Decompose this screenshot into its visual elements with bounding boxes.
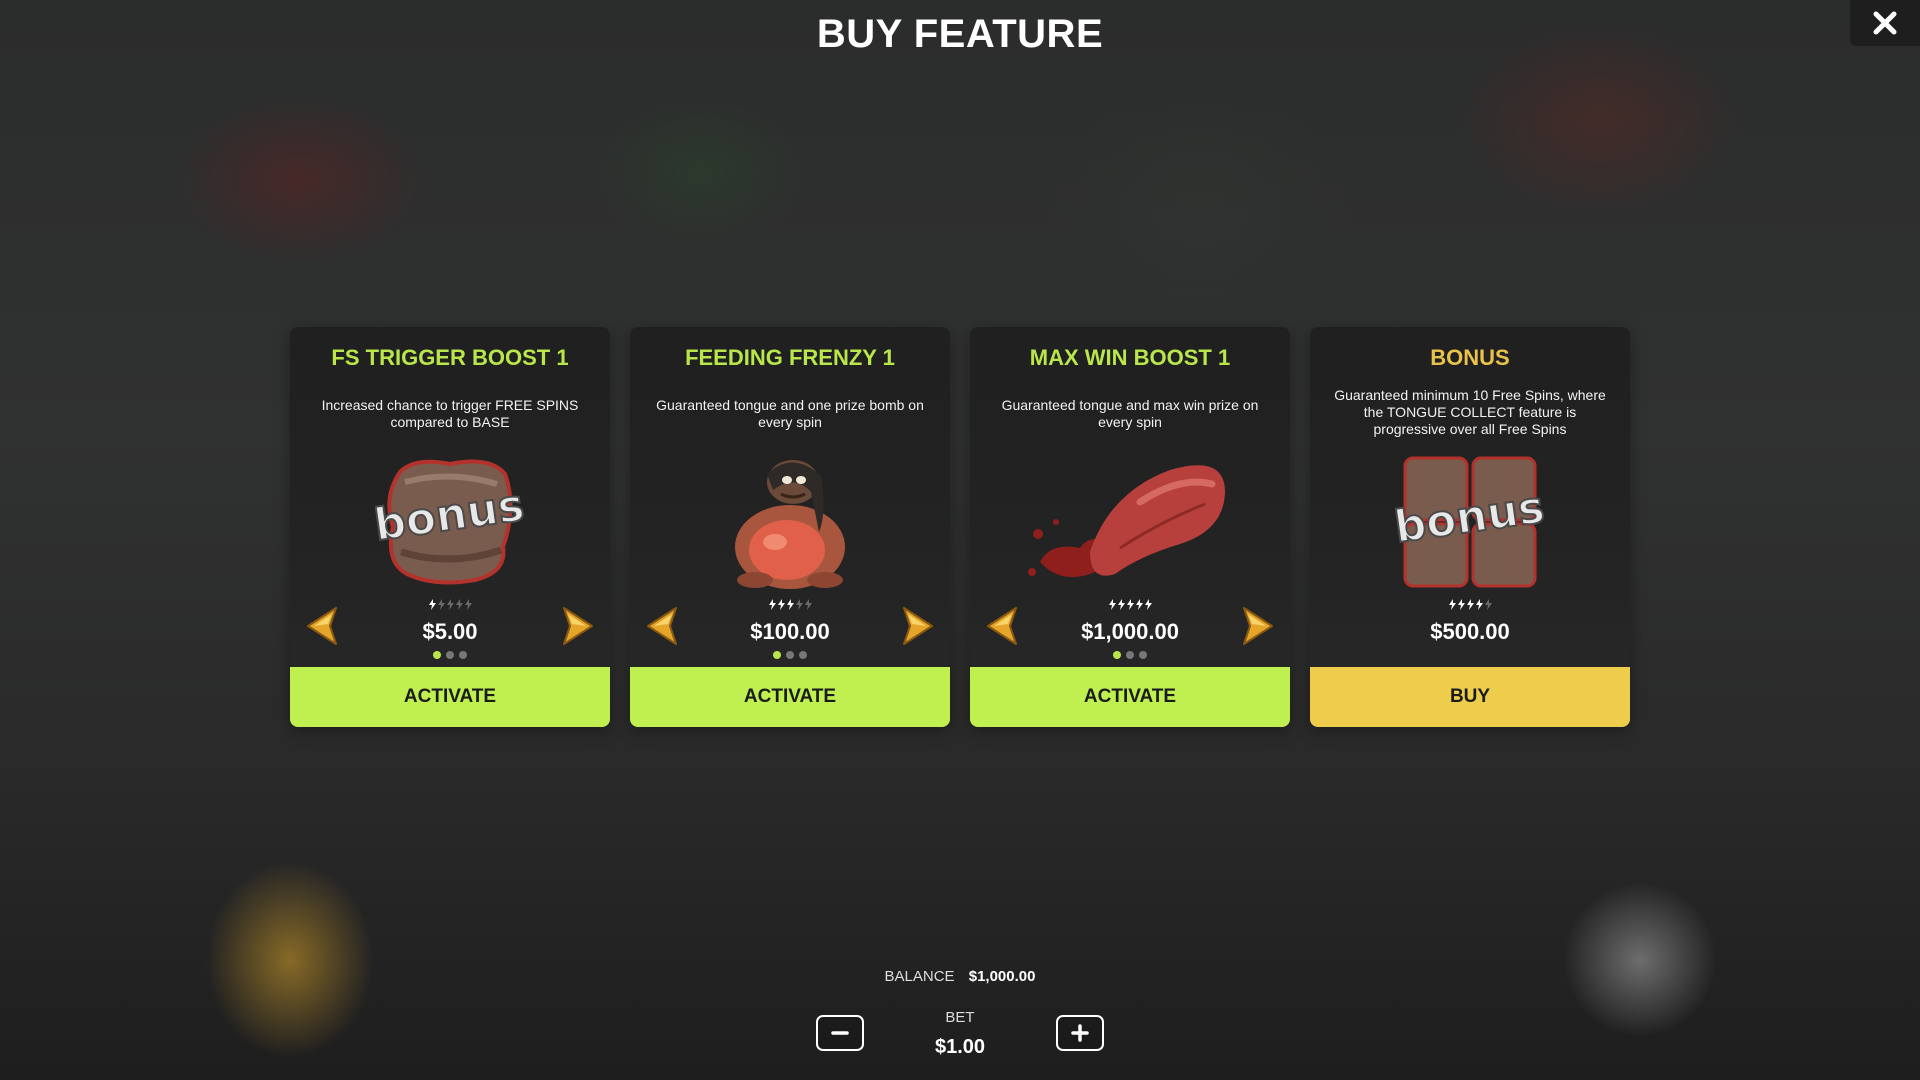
pagination-dots	[970, 651, 1290, 659]
rating-bolt-icon	[428, 599, 436, 610]
rating-bolt-icon	[1117, 599, 1125, 610]
bet-increase-button[interactable]	[1056, 1015, 1104, 1051]
volatility-rating	[1310, 599, 1630, 610]
rating-bolt-icon	[1484, 599, 1492, 610]
rating-bolt-icon	[455, 599, 463, 610]
card-description: Increased chance to trigger FREE SPINS c…	[321, 397, 579, 430]
card-description: Guaranteed minimum 10 Free Spins, where …	[1334, 387, 1606, 437]
pagination-dots	[630, 651, 950, 659]
rating-bolt-icon	[786, 599, 794, 610]
plus-icon	[1071, 1024, 1089, 1042]
bet-value: $1.00	[934, 1036, 986, 1058]
close-icon	[1873, 11, 1897, 35]
card-title: FEEDING FRENZY 1	[685, 345, 895, 370]
volatility-rating	[630, 599, 950, 610]
rating-bolt-icon	[1144, 599, 1152, 610]
rating-bolt-icon	[1466, 599, 1474, 610]
rating-bolt-icon	[1126, 599, 1134, 610]
rating-bolt-icon	[1457, 599, 1465, 610]
card-price: $1,000.00	[1081, 619, 1179, 644]
pagination-dot[interactable]	[433, 651, 441, 659]
pagination-dot[interactable]	[799, 651, 807, 659]
rating-bolt-icon	[768, 599, 776, 610]
card-title: FS TRIGGER BOOST 1	[331, 345, 569, 370]
buy-button[interactable]: BUY	[1310, 667, 1630, 727]
rating-bolt-icon	[446, 599, 454, 610]
pagination-dot[interactable]	[786, 651, 794, 659]
balance-label: BALANCE	[884, 968, 955, 985]
rating-bolt-icon	[1108, 599, 1116, 610]
feature-card-feeding-frenzy: FEEDING FRENZY 1 Guaranteed tongue and o…	[630, 327, 950, 727]
bet-label: BET	[945, 1009, 975, 1026]
feature-card-max-win-boost: MAX WIN BOOST 1 Guaranteed tongue and ma…	[970, 327, 1290, 727]
balance-value: $1,000.00	[968, 968, 1036, 985]
activate-button[interactable]: ACTIVATE	[630, 667, 950, 727]
feature-cards: FS TRIGGER BOOST 1 Increased chance to t…	[290, 327, 1630, 727]
rating-bolt-icon	[1135, 599, 1143, 610]
page-title: BUY FEATURE	[816, 12, 1104, 56]
volatility-rating	[290, 599, 610, 610]
rating-bolt-icon	[795, 599, 803, 610]
balance-display: BALANCE $1,000.00	[0, 968, 1920, 985]
pagination-dot[interactable]	[1139, 651, 1147, 659]
activate-button[interactable]: ACTIVATE	[290, 667, 610, 727]
pagination-dot[interactable]	[773, 651, 781, 659]
volatility-rating	[970, 599, 1290, 610]
bonus-scatter-icon: bonus	[370, 452, 530, 592]
rating-bolt-icon	[777, 599, 785, 610]
pagination-dot[interactable]	[1113, 651, 1121, 659]
feature-card-fs-trigger-boost: FS TRIGGER BOOST 1 Increased chance to t…	[290, 327, 610, 727]
card-description: Guaranteed tongue and max win prize on e…	[1001, 397, 1259, 430]
card-price: $100.00	[750, 619, 830, 644]
pagination-dot[interactable]	[1126, 651, 1134, 659]
feature-card-bonus: BONUS Guaranteed minimum 10 Free Spins, …	[1310, 327, 1630, 727]
bonus-multi-scatter-icon: bonus	[1390, 452, 1550, 592]
rating-bolt-icon	[464, 599, 472, 610]
card-description: Guaranteed tongue and one prize bomb on …	[656, 397, 924, 430]
rating-bolt-icon	[437, 599, 445, 610]
close-button[interactable]	[1850, 0, 1920, 46]
tongue-splash-icon	[1020, 452, 1240, 592]
rating-bolt-icon	[1448, 599, 1456, 610]
card-price: $5.00	[422, 619, 478, 644]
pagination-dots	[290, 651, 610, 659]
rating-bolt-icon	[1475, 599, 1483, 610]
activate-button[interactable]: ACTIVATE	[970, 667, 1290, 727]
frog-character-icon	[710, 452, 870, 592]
card-title: BONUS	[1430, 345, 1510, 370]
card-title: MAX WIN BOOST 1	[1029, 345, 1231, 370]
pagination-dot[interactable]	[459, 651, 467, 659]
pagination-dot[interactable]	[446, 651, 454, 659]
rating-bolt-icon	[804, 599, 812, 610]
card-price: $500.00	[1430, 619, 1510, 644]
